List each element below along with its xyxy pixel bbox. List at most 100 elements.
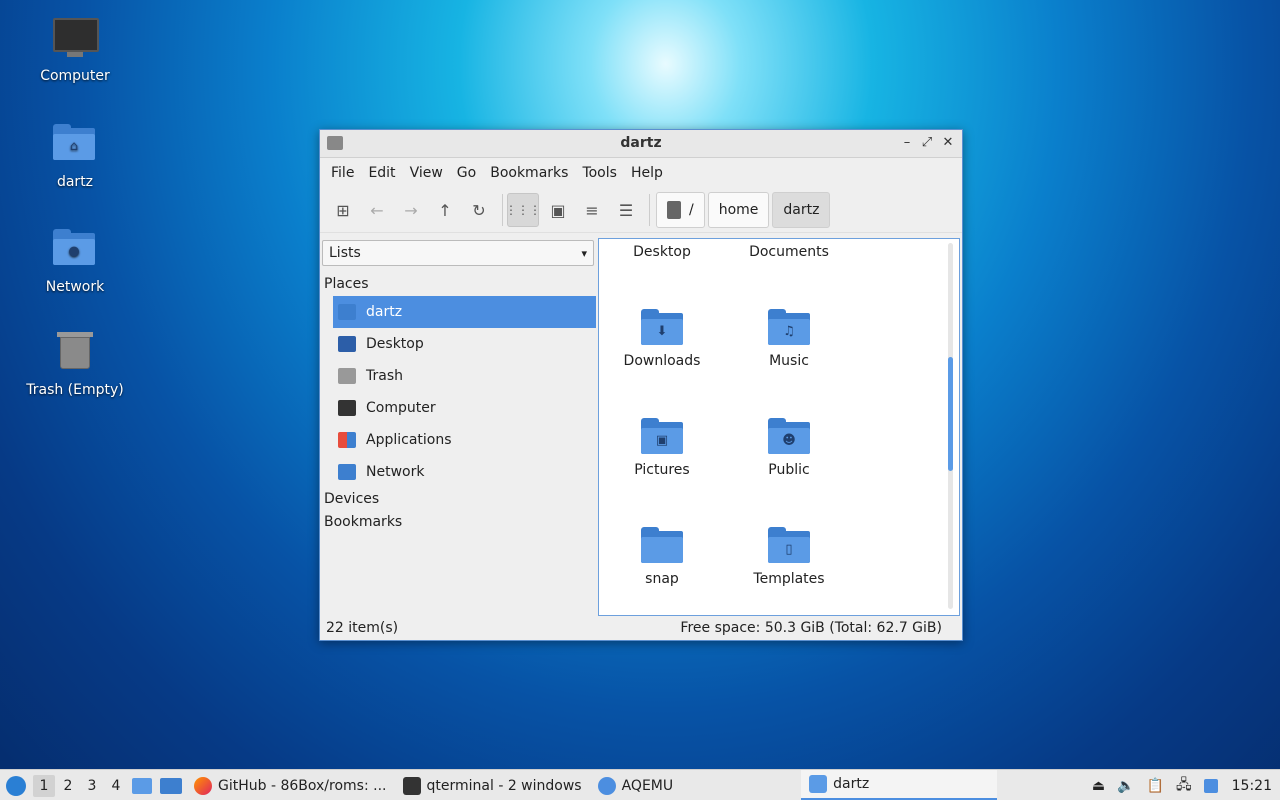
breadcrumb-home[interactable]: home: [707, 192, 770, 228]
section-places[interactable]: Places: [324, 273, 596, 296]
workspace-2[interactable]: 2: [57, 775, 79, 797]
taskbar: 1 2 3 4 GitHub - 86Box/roms: ... qtermin…: [0, 769, 1280, 800]
up-button[interactable]: ↑: [430, 194, 460, 226]
start-menu-button[interactable]: [0, 770, 32, 800]
desktop-icon-computer[interactable]: Computer: [20, 16, 130, 84]
network-folder-icon: [338, 464, 356, 480]
menu-file[interactable]: File: [324, 165, 361, 181]
file-item-downloads[interactable]: ⬇ Downloads: [602, 309, 722, 369]
file-item-music[interactable]: ♫ Music: [729, 309, 849, 369]
desktop-icon-label: Network: [45, 279, 105, 295]
breadcrumb-root[interactable]: /: [656, 192, 705, 228]
sidebar-item-network[interactable]: Network: [333, 456, 596, 488]
file-item-documents[interactable]: Documents: [729, 244, 849, 260]
sidebar-item-label: Network: [366, 464, 425, 480]
minimize-button[interactable]: –: [898, 134, 916, 152]
menu-view[interactable]: View: [403, 165, 450, 181]
desktop-icon-trash[interactable]: Trash (Empty): [20, 330, 130, 398]
task-qterminal[interactable]: qterminal - 2 windows: [395, 770, 590, 800]
sidebar-item-desktop[interactable]: Desktop: [333, 328, 596, 360]
file-item-label: Downloads: [623, 353, 701, 369]
maximize-button[interactable]: ⤢: [918, 134, 936, 152]
sidebar-mode-value: Lists: [329, 245, 361, 261]
trash-icon: [53, 332, 97, 376]
titlebar[interactable]: dartz – ⤢ ✕: [320, 130, 962, 158]
desktop-icon-label: Trash (Empty): [26, 382, 124, 398]
lubuntu-logo-icon: [6, 775, 26, 796]
workspace-3[interactable]: 3: [81, 775, 103, 797]
sidebar-item-trash[interactable]: Trash: [333, 360, 596, 392]
file-item-desktop[interactable]: Desktop: [602, 244, 722, 260]
menu-bookmarks[interactable]: Bookmarks: [483, 165, 575, 181]
menu-tools[interactable]: Tools: [575, 165, 624, 181]
file-item-label: Public: [768, 462, 810, 478]
icon-view-button[interactable]: ⋮⋮⋮: [505, 193, 541, 227]
task-github[interactable]: GitHub - 86Box/roms: ...: [186, 770, 395, 800]
clipboard-icon: 📋: [1146, 777, 1165, 794]
quicklaunch-file-manager[interactable]: [128, 770, 156, 800]
network-button[interactable]: 🖧: [1170, 770, 1198, 800]
workspace-1[interactable]: 1: [33, 774, 55, 797]
thumbnail-view-button[interactable]: ▣: [543, 194, 573, 226]
public-folder-icon: ☻: [768, 418, 810, 454]
section-devices[interactable]: Devices: [324, 488, 596, 511]
arrow-right-icon: →: [404, 200, 418, 220]
sidebar: Lists ▾ Places dartz Desktop Trash Compu…: [321, 238, 596, 614]
menu-edit[interactable]: Edit: [361, 165, 402, 181]
file-item-templates[interactable]: ▯ Templates: [729, 527, 849, 587]
menu-help[interactable]: Help: [624, 165, 670, 181]
quicklaunch-show-desktop[interactable]: [156, 770, 186, 800]
sidebar-mode-select[interactable]: Lists ▾: [322, 240, 594, 266]
compact-view-button[interactable]: ≡: [577, 194, 607, 226]
file-item-pictures[interactable]: ▣ Pictures: [602, 418, 722, 478]
forward-button[interactable]: →: [396, 194, 426, 226]
reload-icon: ↻: [472, 200, 486, 220]
close-button[interactable]: ✕: [939, 134, 957, 152]
desktop-icon-network[interactable]: ● Network: [20, 225, 130, 295]
desktop-icon-home[interactable]: ⌂ dartz: [20, 120, 130, 190]
image-icon: ▣: [550, 200, 566, 220]
folder-icon: [132, 777, 152, 794]
scrollbar-thumb[interactable]: [948, 357, 953, 471]
file-view[interactable]: Desktop Documents ⬇ Downloads ♫ Music ▣ …: [598, 238, 960, 616]
statusbar: 22 item(s) Free space: 50.3 GiB (Total: …: [320, 615, 962, 640]
network-folder-icon: ●: [53, 229, 97, 273]
detail-view-button[interactable]: ☰: [611, 194, 641, 226]
back-button[interactable]: ←: [362, 194, 392, 226]
volume-button[interactable]: 🔈: [1111, 770, 1140, 800]
updates-button[interactable]: [1198, 770, 1224, 800]
chevron-down-icon: ▾: [581, 246, 587, 260]
pictures-folder-icon: ▣: [641, 418, 683, 454]
terminal-icon: [402, 776, 421, 795]
detail-list-icon: ☰: [618, 200, 634, 220]
breadcrumb-root-label: /: [689, 202, 694, 218]
clock[interactable]: 15:21: [1224, 770, 1280, 800]
music-folder-icon: ♫: [768, 309, 810, 345]
section-bookmarks[interactable]: Bookmarks: [324, 511, 596, 534]
network-icon: 🖧: [1176, 776, 1192, 793]
list-icon: ≡: [585, 200, 599, 220]
sidebar-item-applications[interactable]: Applications: [333, 424, 596, 456]
menu-go[interactable]: Go: [450, 165, 483, 181]
show-desktop-icon: [160, 777, 182, 794]
task-dartz[interactable]: dartz: [801, 770, 998, 800]
file-manager-window: dartz – ⤢ ✕ File Edit View Go Bookmarks …: [319, 129, 963, 641]
sidebar-item-dartz[interactable]: dartz: [333, 296, 596, 328]
reload-button[interactable]: ↻: [464, 194, 494, 226]
task-aqemu[interactable]: AQEMU: [590, 770, 682, 800]
menubar: File Edit View Go Bookmarks Tools Help: [320, 158, 962, 188]
breadcrumb-current[interactable]: dartz: [772, 192, 831, 228]
speaker-icon: 🔈: [1117, 777, 1135, 794]
file-item-snap[interactable]: snap: [602, 527, 722, 587]
sidebar-item-computer[interactable]: Computer: [333, 392, 596, 424]
task-label: qterminal - 2 windows: [426, 777, 582, 794]
task-label: GitHub - 86Box/roms: ...: [218, 777, 387, 794]
new-tab-icon: ⊞: [336, 200, 350, 220]
clipboard-button[interactable]: 📋: [1141, 770, 1170, 800]
new-tab-button[interactable]: ⊞: [328, 194, 358, 226]
folder-icon: [641, 527, 683, 563]
file-item-public[interactable]: ☻ Public: [729, 418, 849, 478]
sidebar-item-label: Trash: [366, 368, 403, 384]
workspace-4[interactable]: 4: [105, 775, 127, 797]
eject-button[interactable]: ⏏: [1086, 770, 1111, 800]
